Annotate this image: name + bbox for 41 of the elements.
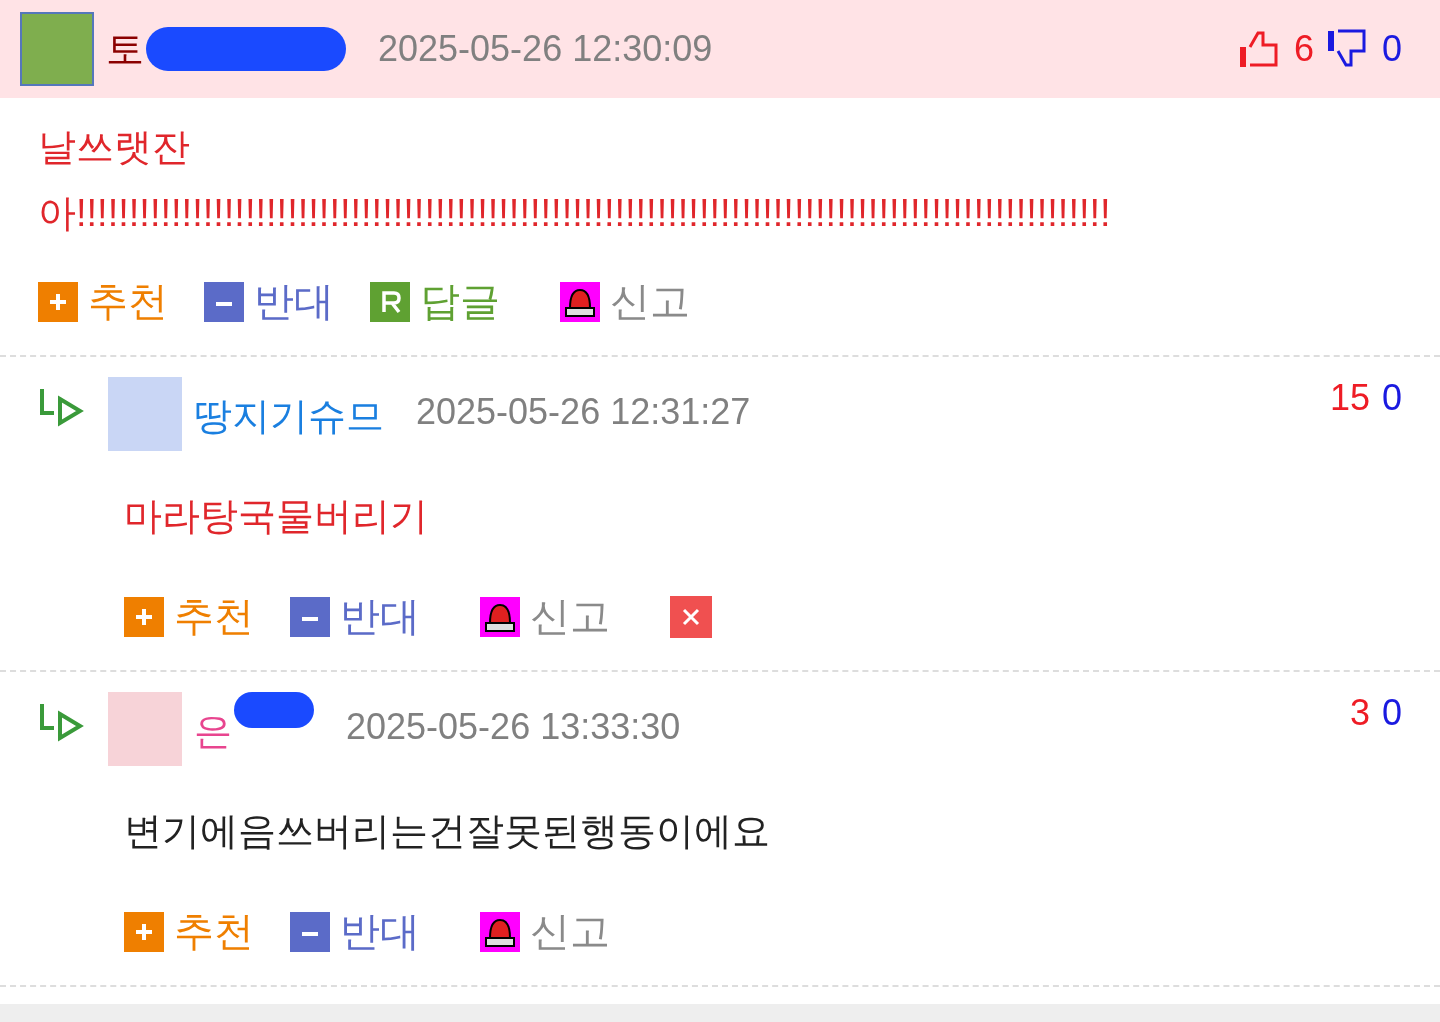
- recommend-button[interactable]: 추천: [124, 904, 254, 959]
- like-count: 6: [1293, 28, 1314, 70]
- avatar-picture[interactable]: [108, 377, 182, 451]
- minus-icon: [204, 281, 244, 322]
- recommend-button[interactable]: 추천: [38, 274, 168, 329]
- plus-icon: [124, 596, 164, 637]
- dislike-count: 0: [1381, 692, 1402, 734]
- user-name[interactable]: 땅지기슈므: [194, 391, 384, 442]
- recommend-button[interactable]: 추천: [124, 589, 254, 644]
- avatar-picture[interactable]: [108, 692, 182, 766]
- oppose-button[interactable]: 반대: [204, 274, 334, 329]
- avatar-picture[interactable]: [20, 12, 94, 86]
- comment-date: 2025-05-26 12:30:09: [378, 28, 713, 70]
- oppose-button[interactable]: 반대: [290, 589, 420, 644]
- user-name[interactable]: 은: [194, 706, 232, 757]
- oppose-button[interactable]: 반대: [290, 904, 420, 959]
- close-icon: [681, 606, 701, 627]
- comment-date: 2025-05-26 13:33:30: [346, 706, 681, 748]
- reply-icon: [370, 281, 410, 322]
- dislike-count: 0: [1381, 377, 1402, 419]
- siren-icon: [480, 596, 520, 637]
- minus-icon: [290, 911, 330, 952]
- dislike-count: 0: [1381, 28, 1402, 70]
- like-count: 3: [1349, 692, 1370, 734]
- comment-text: 변기에음쓰버리는건잘못된행동이에요: [124, 809, 771, 854]
- siren-icon: [480, 911, 520, 952]
- comment-text: 마라탕국물버리기: [124, 494, 429, 539]
- report-button[interactable]: 신고: [560, 274, 690, 329]
- comment-date: 2025-05-26 12:31:27: [416, 391, 751, 433]
- siren-icon: [560, 281, 600, 322]
- minus-icon: [290, 596, 330, 637]
- user-name[interactable]: 토: [106, 23, 144, 75]
- plus-icon: [38, 281, 78, 322]
- reply-button[interactable]: 답글: [370, 274, 500, 329]
- like-count: 15: [1329, 377, 1370, 419]
- report-button[interactable]: 신고: [480, 589, 610, 644]
- comment-text: 아!!!!!!!!!!!!!!!!!!!!!!!!!!!!!!!!!!!!!!!!!!!!!!!!!!!!!!!!!!!!!!!!!!!!!!!!!!!!!!!!!!!!!!!!!!!!!!!!!!: [38, 191, 1112, 236]
- comment-text: 날쓰랫잔: [38, 125, 191, 170]
- report-button[interactable]: 신고: [480, 904, 610, 959]
- plus-icon: [124, 911, 164, 952]
- delete-button[interactable]: [670, 595, 712, 638]
